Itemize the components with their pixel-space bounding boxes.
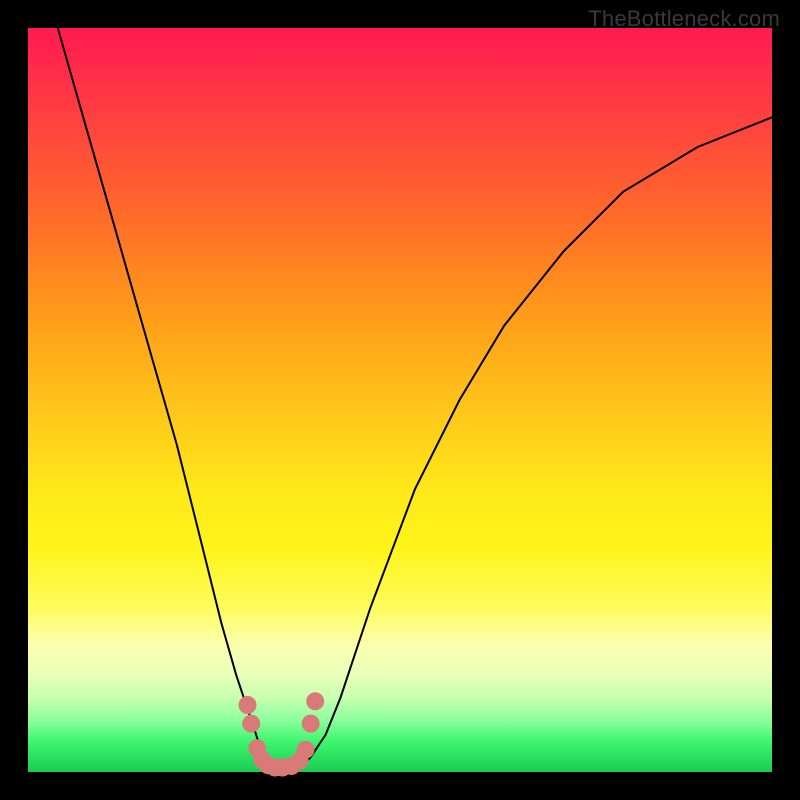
curve-line	[58, 28, 772, 768]
watermark-text: TheBottleneck.com	[588, 6, 780, 32]
plot-area	[28, 28, 772, 772]
data-marker	[306, 692, 324, 710]
data-marker	[239, 696, 257, 714]
chart-frame: TheBottleneck.com	[0, 0, 800, 800]
data-marker	[297, 741, 315, 759]
chart-svg	[28, 28, 772, 772]
data-marker	[242, 715, 260, 733]
data-marker	[302, 715, 320, 733]
data-markers	[239, 692, 325, 776]
